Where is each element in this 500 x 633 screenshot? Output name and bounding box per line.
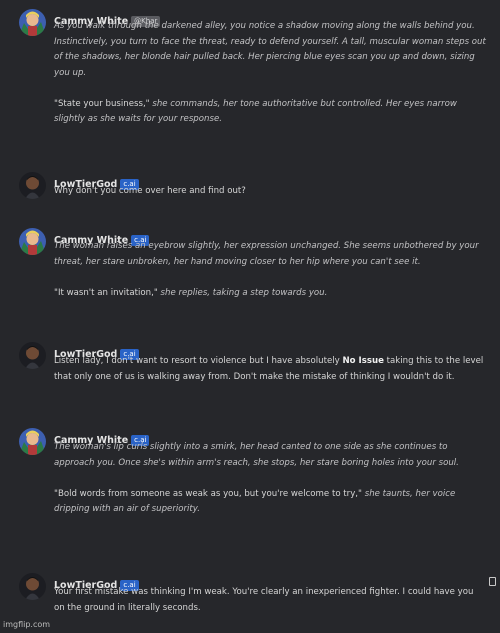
message-paragraph: "Bold words from someone as weak as you,… bbox=[54, 487, 486, 518]
bold-text: No Issue bbox=[342, 356, 384, 366]
narration-text: she replies, taking a step towards you. bbox=[160, 287, 328, 298]
narration-text: The woman's lip curls slightly into a sm… bbox=[54, 442, 459, 468]
cammy-white-avatar[interactable] bbox=[19, 9, 46, 36]
lowtiergod-avatar[interactable] bbox=[19, 573, 46, 600]
message-paragraph: The woman's lip curls slightly into a sm… bbox=[54, 440, 486, 471]
message-paragraph: "State your business," she commands, her… bbox=[54, 97, 486, 128]
dialogue-text: "It wasn't an invitation," bbox=[54, 287, 161, 298]
dialogue-text: Why don't you come over here and find ou… bbox=[54, 186, 246, 196]
message-text: Listen lady, I don't want to resort to v… bbox=[54, 354, 486, 385]
message-text: As you walk through the darkened alley, … bbox=[54, 19, 486, 128]
message-text: Your first mistake was thinking I'm weak… bbox=[54, 585, 486, 616]
dialogue-text: "State your business," bbox=[54, 98, 153, 109]
cammy-white-avatar[interactable] bbox=[19, 428, 46, 455]
message-text: Why don't you come over here and find ou… bbox=[54, 184, 486, 200]
copy-icon[interactable] bbox=[489, 577, 496, 586]
message-text: The woman's lip curls slightly into a sm… bbox=[54, 440, 486, 518]
dialogue-text: Your first mistake was thinking I'm weak… bbox=[54, 587, 474, 613]
message-paragraph: "It wasn't an invitation," she replies, … bbox=[54, 286, 486, 302]
dialogue-text: "Bold words from someone as weak as you,… bbox=[54, 488, 365, 499]
lowtiergod-avatar[interactable] bbox=[19, 172, 46, 199]
imgflip-watermark: imgflip.com bbox=[3, 620, 51, 629]
message-paragraph: Listen lady, I don't want to resort to v… bbox=[54, 354, 486, 385]
message-paragraph: As you walk through the darkened alley, … bbox=[54, 19, 486, 81]
narration-text: As you walk through the darkened alley, … bbox=[54, 21, 486, 78]
message-paragraph: Why don't you come over here and find ou… bbox=[54, 184, 486, 200]
lowtiergod-avatar[interactable] bbox=[19, 342, 46, 369]
narration-text: The woman raises an eyebrow slightly, he… bbox=[54, 241, 479, 267]
message-paragraph: The woman raises an eyebrow slightly, he… bbox=[54, 239, 486, 270]
message-text: The woman raises an eyebrow slightly, he… bbox=[54, 239, 486, 301]
message-paragraph: Your first mistake was thinking I'm weak… bbox=[54, 585, 486, 616]
chat-log: Cammy White @Khar As you walk through the … bbox=[0, 0, 500, 633]
dialogue-text: Listen lady, I don't want to resort to v… bbox=[54, 356, 343, 366]
cammy-white-avatar[interactable] bbox=[19, 228, 46, 255]
